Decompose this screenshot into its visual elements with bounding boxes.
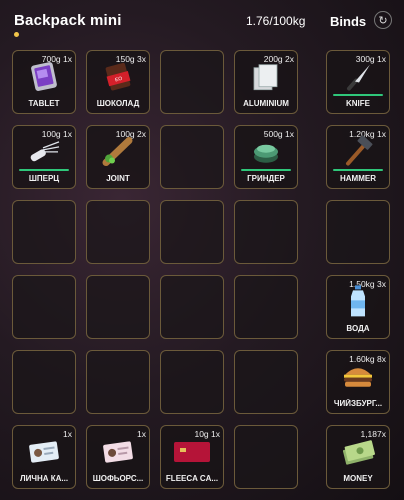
item-label: ВОДА [346,324,370,333]
item-label: TABLET [28,99,60,108]
item-slot[interactable]: 1.50kg 3x ВОДА [326,275,390,339]
tablet-icon [29,61,59,98]
durability-bar [19,169,69,171]
cheeseburger-icon [341,362,375,397]
empty-slot[interactable] [86,275,150,339]
item-slot[interactable]: 100g 1x ШПЕРЦ [12,125,76,189]
durability-bar [241,169,291,171]
empty-slot[interactable] [12,275,76,339]
item-label: MONEY [343,474,373,483]
item-slot[interactable]: 1x ЛИЧНА КА... [12,425,76,489]
item-label: ГРИНДЕР [247,174,285,183]
item-slot[interactable]: 150g 3x ЕО ШОКОЛАД [86,50,150,114]
item-slot[interactable]: 700g 1x TABLET [12,50,76,114]
bank-card-icon [172,439,212,470]
chocolate-icon: ЕО [102,62,134,97]
item-label: KNIFE [346,99,370,108]
money-icon [340,437,376,472]
hammer-icon [342,135,374,173]
item-label: ШОКОЛАД [96,99,140,108]
empty-slot[interactable] [160,50,224,114]
item-label: ЧИЙЗБУРГ... [333,399,383,408]
empty-slot[interactable] [326,200,390,264]
empty-slot[interactable] [160,275,224,339]
knife-icon [343,61,373,98]
water-bottle-icon [346,284,370,323]
empty-slot[interactable] [234,350,298,414]
empty-slot[interactable] [160,125,224,189]
item-quantity: 10g 1x [194,429,220,439]
inventory-title: Backpack mini [14,12,122,29]
empty-slot[interactable] [12,350,76,414]
item-quantity: 1x [63,429,72,439]
reset-binds-button[interactable]: ↻ [374,11,392,29]
empty-slot[interactable] [160,200,224,264]
binds-column: 300g 1x KNIFE 1.20kg 1x HAMMER 1.50kg 3x ВОДА… [326,50,390,489]
item-slot[interactable]: 10g 1x FLEECA CA... [160,425,224,489]
item-label: ALUMINIUM [243,99,289,108]
item-quantity: 1x [137,429,146,439]
lockpick-icon [27,138,61,171]
item-slot[interactable]: 200g 2x ALUMINIUM [234,50,298,114]
weight-readout: 1.76/100kg [246,14,306,28]
empty-slot[interactable] [12,200,76,264]
item-label: ЛИЧНА КА... [19,474,69,483]
refresh-icon: ↻ [378,14,388,27]
item-slot[interactable]: 1.60kg 8x ЧИЙЗБУРГ... [326,350,390,414]
aluminium-icon [250,62,282,97]
driver-license-icon [101,439,135,470]
grinder-icon [250,137,282,172]
empty-slot[interactable] [234,200,298,264]
item-label: JOINT [106,174,130,183]
item-slot[interactable]: 1.20kg 1x HAMMER [326,125,390,189]
empty-slot[interactable] [234,425,298,489]
binds-title: Binds [330,14,367,29]
id-card-icon [27,439,61,470]
item-slot[interactable]: 300g 1x KNIFE [326,50,390,114]
item-slot[interactable]: 1x ШОФЬОРС... [86,425,150,489]
indicator-dot [14,32,19,37]
item-label: HAMMER [340,174,376,183]
item-slot[interactable]: 100g 2x JOINT [86,125,150,189]
empty-slot[interactable] [234,275,298,339]
item-label: FLEECA CA... [165,474,219,483]
inventory-grid: 700g 1x TABLET 150g 3x ЕО ШОКОЛАД 200g 2x ALUM… [12,50,298,489]
empty-slot[interactable] [160,350,224,414]
joint-icon [101,136,135,173]
empty-slot[interactable] [86,200,150,264]
item-slot[interactable]: 500g 1x ГРИНДЕР [234,125,298,189]
durability-bar [333,94,383,96]
empty-slot[interactable] [86,350,150,414]
durability-bar [333,169,383,171]
item-slot[interactable]: 1,187x MONEY [326,425,390,489]
item-label: ШОФЬОРС... [92,474,144,483]
item-label: ШПЕРЦ [28,174,60,183]
inventory-header: Backpack mini 1.76/100kg Binds ↻ [0,0,404,44]
